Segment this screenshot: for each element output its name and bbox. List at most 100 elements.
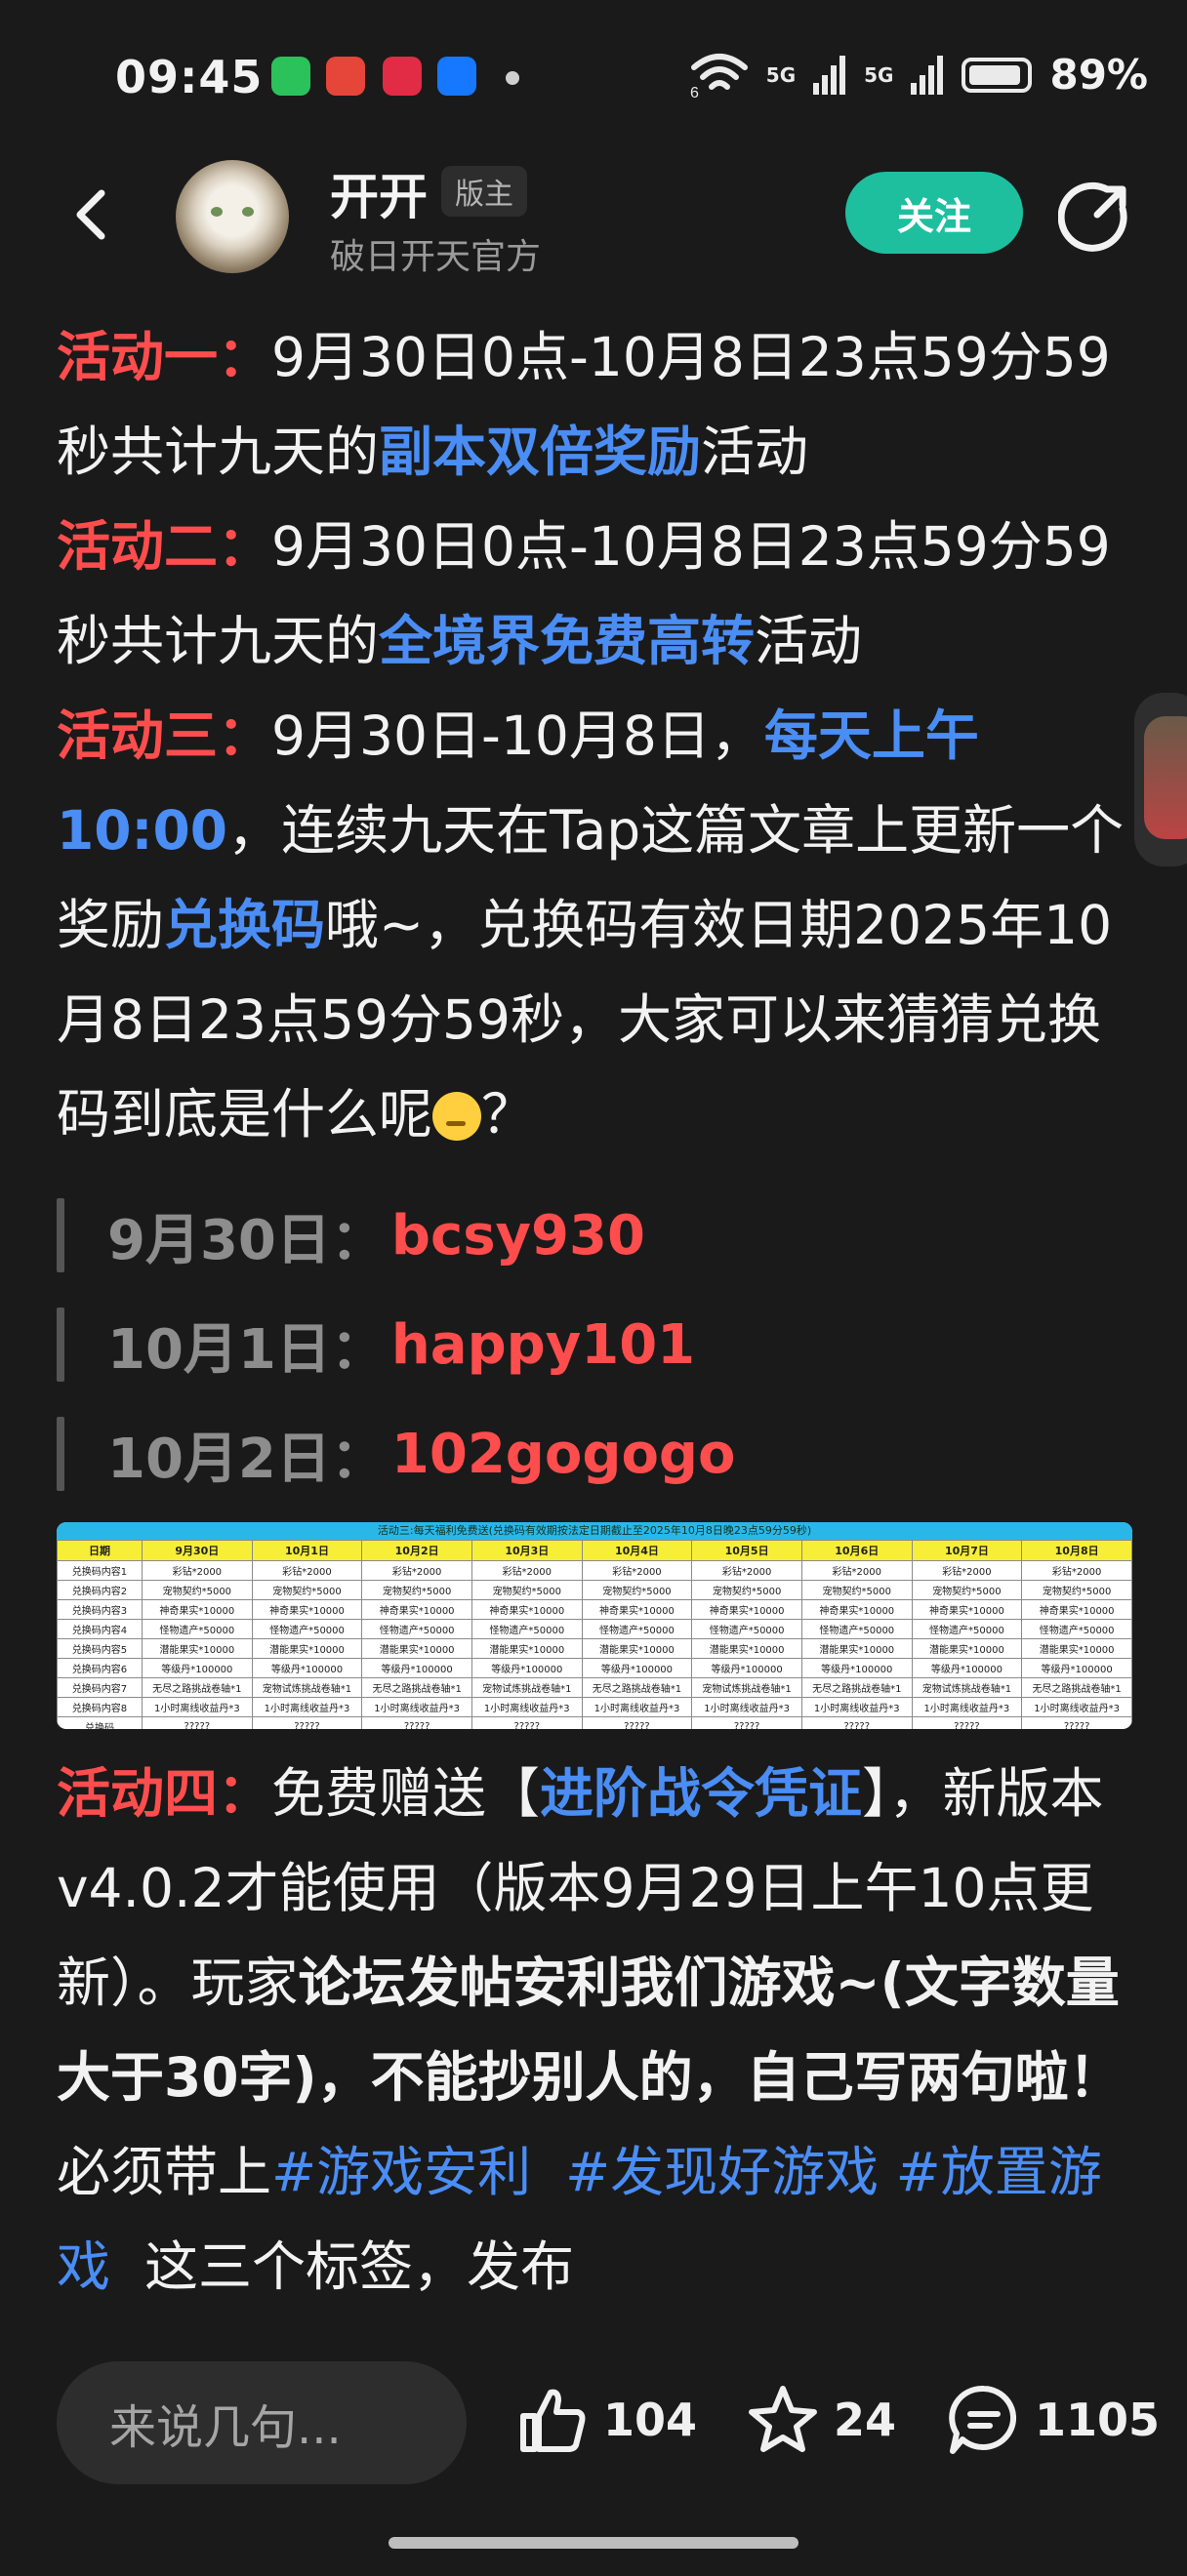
table-cell: 兑换码内容4 xyxy=(57,1619,143,1639)
code-item: 10月2日： 102gogogo xyxy=(57,1399,1140,1509)
table-cell: 宠物契约*5000 xyxy=(800,1580,913,1600)
code-value[interactable]: happy101 xyxy=(391,1313,695,1377)
hashtag-game-recommend[interactable]: #游戏安利 xyxy=(271,2141,531,2203)
activity-1-paragraph: 活动一：9月30日0点-10月8日23点59分59秒共计九天的副本双倍奖励活动 xyxy=(57,310,1140,500)
table-row: 兑换码内容3 神奇果实*10000 神奇果实*10000 神奇果实*10000 神奇果实… xyxy=(57,1599,1132,1620)
table-cell: 1小时离线收益丹*3 xyxy=(471,1697,583,1717)
table-cell: 宠物试炼挑战卷轴*1 xyxy=(471,1677,583,1698)
table-cell: 兑换码内容2 xyxy=(57,1580,143,1600)
activity-2-paragraph: 活动二：9月30日0点-10月8日23点59分59秒共计九天的全境界免费高转活动 xyxy=(57,500,1140,689)
table-cell: ????? xyxy=(1021,1716,1132,1729)
wifi-6-label: 6 xyxy=(690,85,699,99)
network-5g-label-2: 5G xyxy=(864,62,894,87)
table-cell: 1小时离线收益丹*3 xyxy=(251,1697,363,1717)
signal-icon xyxy=(813,55,846,95)
table-cell: 等级丹*100000 xyxy=(911,1658,1023,1678)
code-value[interactable]: 102gogogo xyxy=(391,1423,736,1486)
battery-icon xyxy=(962,57,1033,93)
table-cell: 潜能果实*10000 xyxy=(911,1638,1023,1659)
code-date: 9月30日： xyxy=(107,1208,386,1272)
comment-button[interactable]: 1105 xyxy=(947,2383,1160,2457)
table-cell: ????? xyxy=(911,1716,1023,1729)
activity-3-question-mark: ？ xyxy=(481,1083,536,1146)
table-cell: 神奇果实*10000 xyxy=(800,1599,913,1620)
author-name[interactable]: 开开 xyxy=(330,158,428,228)
table-cell: 宠物契约*5000 xyxy=(691,1580,802,1600)
table-header-cell: 10月6日 xyxy=(800,1540,913,1561)
table-cell: 无尽之路挑战卷轴*1 xyxy=(581,1677,693,1698)
avatar[interactable] xyxy=(176,160,289,273)
table-cell: 彩钻*2000 xyxy=(1021,1560,1132,1581)
signal-icon-2 xyxy=(911,55,944,95)
follow-button[interactable]: 关注 xyxy=(845,172,1023,254)
table-cell: 潜能果实*10000 xyxy=(142,1638,253,1659)
wifi-icon: 6 xyxy=(690,53,748,99)
table-cell: 彩钻*2000 xyxy=(581,1560,693,1581)
status-time: 09:45 xyxy=(115,51,264,103)
code-value[interactable]: bcsy930 xyxy=(391,1204,645,1268)
table-cell: 潜能果实*10000 xyxy=(361,1638,472,1659)
table-cell: 神奇果实*10000 xyxy=(581,1599,693,1620)
table-cell: 兑换码内容6 xyxy=(57,1658,143,1678)
table-cell: 怪物遗产*50000 xyxy=(471,1619,583,1639)
activity-4-text-end: 这三个标签，发布 xyxy=(143,2235,574,2298)
reward-table: 日期 9月30日 10月1日 10月2日 10月3日 10月4日 10月5日 10月6日 10月… xyxy=(57,1540,1132,1729)
table-cell: 1小时离线收益丹*3 xyxy=(1021,1697,1132,1717)
activity-2-label: 活动二： xyxy=(57,515,272,578)
table-header-cell: 10月8日 xyxy=(1021,1540,1132,1561)
table-cell: 神奇果实*10000 xyxy=(361,1599,472,1620)
table-cell: ????? xyxy=(581,1716,693,1729)
share-icon[interactable] xyxy=(1058,180,1132,254)
table-header-cell: 10月3日 xyxy=(471,1540,583,1561)
table-header-cell: 10月2日 xyxy=(361,1540,472,1561)
post-header: 开开 版主 破日开天官方 关注 xyxy=(0,146,1187,293)
network-5g-label: 5G xyxy=(765,62,797,87)
activity-2-text-end: 活动 xyxy=(755,610,863,672)
table-row: 兑换码内容6 等级丹*100000 等级丹*100000 等级丹*100000 等级丹*… xyxy=(57,1658,1132,1678)
reward-table-title: 活动三:每天福利免费送(兑换码有效期按法定日期截止至2025年10月8日晚23点… xyxy=(57,1522,1132,1540)
table-cell: 1小时离线收益丹*3 xyxy=(142,1697,253,1717)
table-cell: 神奇果实*10000 xyxy=(691,1599,802,1620)
table-cell: 潜能果实*10000 xyxy=(471,1638,583,1659)
table-row: 兑换码内容8 1小时离线收益丹*3 1小时离线收益丹*3 1小时离线收益丹*3 1小时离… xyxy=(57,1697,1132,1717)
activity-3-label: 活动三： xyxy=(57,704,272,767)
comment-input[interactable]: 来说几句... xyxy=(57,2361,467,2484)
activity-3-paragraph: 活动三：9月30日-10月8日，每天上午10:00，连续九天在Tap这篇文章上更… xyxy=(57,689,1140,1162)
table-cell: 潜能果实*10000 xyxy=(1021,1638,1132,1659)
table-cell: 宠物试炼挑战卷轴*1 xyxy=(251,1677,363,1698)
table-row: 兑换码?????????????????????????????????????… xyxy=(57,1716,1132,1729)
post-body: 活动一：9月30日0点-10月8日23点59分59秒共计九天的副本双倍奖励活动 … xyxy=(57,310,1140,1162)
reward-table-image[interactable]: 活动三:每天福利免费送(兑换码有效期按法定日期截止至2025年10月8日晚23点… xyxy=(57,1522,1132,1729)
code-item: 10月1日： happy101 xyxy=(57,1290,1140,1399)
table-cell: 怪物遗产*50000 xyxy=(142,1619,253,1639)
table-cell: 彩钻*2000 xyxy=(361,1560,472,1581)
home-indicator[interactable] xyxy=(389,2537,798,2549)
table-cell: 神奇果实*10000 xyxy=(1021,1599,1132,1620)
back-arrow-icon[interactable] xyxy=(62,185,121,244)
table-cell: ????? xyxy=(691,1716,802,1729)
like-button[interactable]: 104 xyxy=(515,2383,697,2457)
table-cell: ????? xyxy=(471,1716,583,1729)
table-cell: 兑换码内容7 xyxy=(57,1677,143,1698)
table-cell: 无尽之路挑战卷轴*1 xyxy=(142,1677,253,1698)
favorite-button[interactable]: 24 xyxy=(746,2383,896,2457)
table-cell: 兑换码内容5 xyxy=(57,1638,143,1659)
table-cell: 兑换码 xyxy=(57,1716,143,1729)
table-cell: 宠物契约*5000 xyxy=(142,1580,253,1600)
table-cell: 等级丹*100000 xyxy=(251,1658,363,1678)
table-cell: 无尽之路挑战卷轴*1 xyxy=(361,1677,472,1698)
table-cell: 宠物契约*5000 xyxy=(1021,1580,1132,1600)
thumb-up-icon xyxy=(520,2389,586,2452)
table-cell: 等级丹*100000 xyxy=(691,1658,802,1678)
activity-4-text: 免费赠送【 xyxy=(271,1762,541,1825)
table-header-cell: 10月4日 xyxy=(581,1540,693,1561)
moderator-badge: 版主 xyxy=(441,166,527,217)
table-row: 兑换码内容4 怪物遗产*50000 怪物遗产*50000 怪物遗产*50000 怪物遗产… xyxy=(57,1619,1132,1639)
table-header-cell: 10月7日 xyxy=(911,1540,1023,1561)
table-cell: 神奇果实*10000 xyxy=(471,1599,583,1620)
floating-game-thumbnail[interactable] xyxy=(1134,693,1187,866)
table-cell: 彩钻*2000 xyxy=(911,1560,1023,1581)
table-cell: 兑换码内容1 xyxy=(57,1560,143,1581)
hashtag-discover-games[interactable]: #发现好游戏 xyxy=(565,2141,879,2203)
table-cell: 怪物遗产*50000 xyxy=(251,1619,363,1639)
